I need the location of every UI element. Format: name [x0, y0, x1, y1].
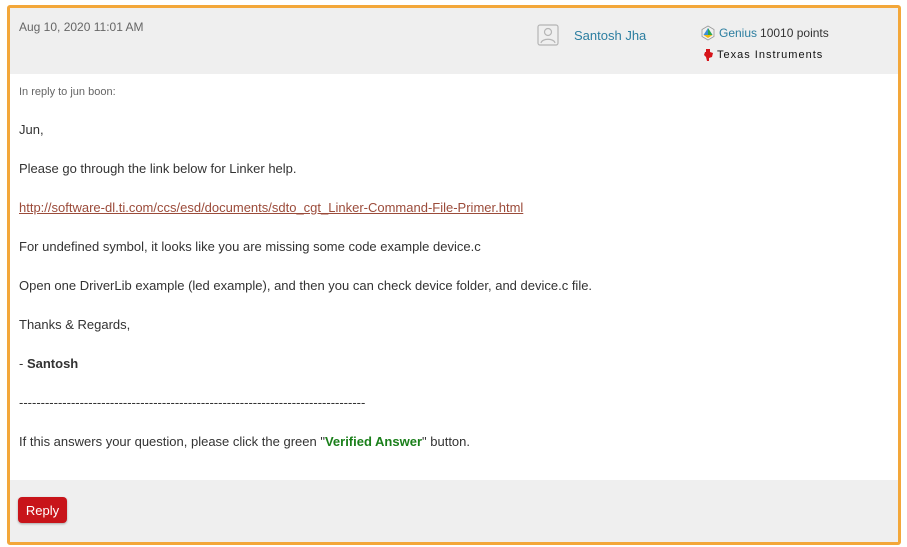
company-name: Texas Instruments: [717, 49, 824, 61]
genius-rank-icon: [701, 25, 715, 41]
signature-name: Santosh: [26, 356, 79, 371]
note-before: If this answers your question, please cl…: [19, 434, 325, 449]
signature-prefix: -: [19, 356, 27, 371]
verified-answer-label: Verified Answer: [324, 434, 423, 449]
ti-logo-icon: [704, 49, 713, 61]
closing-text: Thanks & Regards,: [19, 317, 131, 332]
author-company: Texas Instruments: [704, 49, 823, 61]
points-count: 10010 points: [760, 26, 829, 40]
author-name[interactable]: Santosh Jha: [574, 28, 646, 43]
signature-divider: ----------------------------------------…: [19, 395, 366, 410]
body-paragraph-1: Please go through the link below for Lin…: [19, 161, 297, 176]
user-avatar-icon[interactable]: [537, 24, 559, 46]
author-rank: Genius 10010 points: [700, 25, 829, 41]
greeting-text: Jun,: [19, 122, 44, 137]
note-after: " button.: [422, 434, 470, 449]
linker-primer-link[interactable]: http://software-dl.ti.com/ccs/esd/docume…: [19, 200, 523, 215]
post-body: In reply to jun boon: Jun, Please go thr…: [10, 74, 898, 480]
rank-title[interactable]: Genius: [719, 26, 757, 40]
signature: - Santosh: [19, 356, 78, 371]
post-date: Aug 10, 2020 11:01 AM: [19, 20, 144, 34]
verified-answer-note: If this answers your question, please cl…: [19, 434, 470, 449]
reply-button[interactable]: Reply: [18, 497, 67, 523]
post-footer: Reply: [10, 480, 898, 542]
forum-post: Aug 10, 2020 11:01 AM Santosh Jha Genius…: [7, 5, 901, 545]
body-paragraph-3: Open one DriverLib example (led example)…: [19, 278, 593, 293]
body-paragraph-2: For undefined symbol, it looks like you …: [19, 239, 481, 254]
post-header: Aug 10, 2020 11:01 AM Santosh Jha Genius…: [10, 8, 898, 74]
reply-to-label: In reply to jun boon:: [19, 86, 116, 98]
